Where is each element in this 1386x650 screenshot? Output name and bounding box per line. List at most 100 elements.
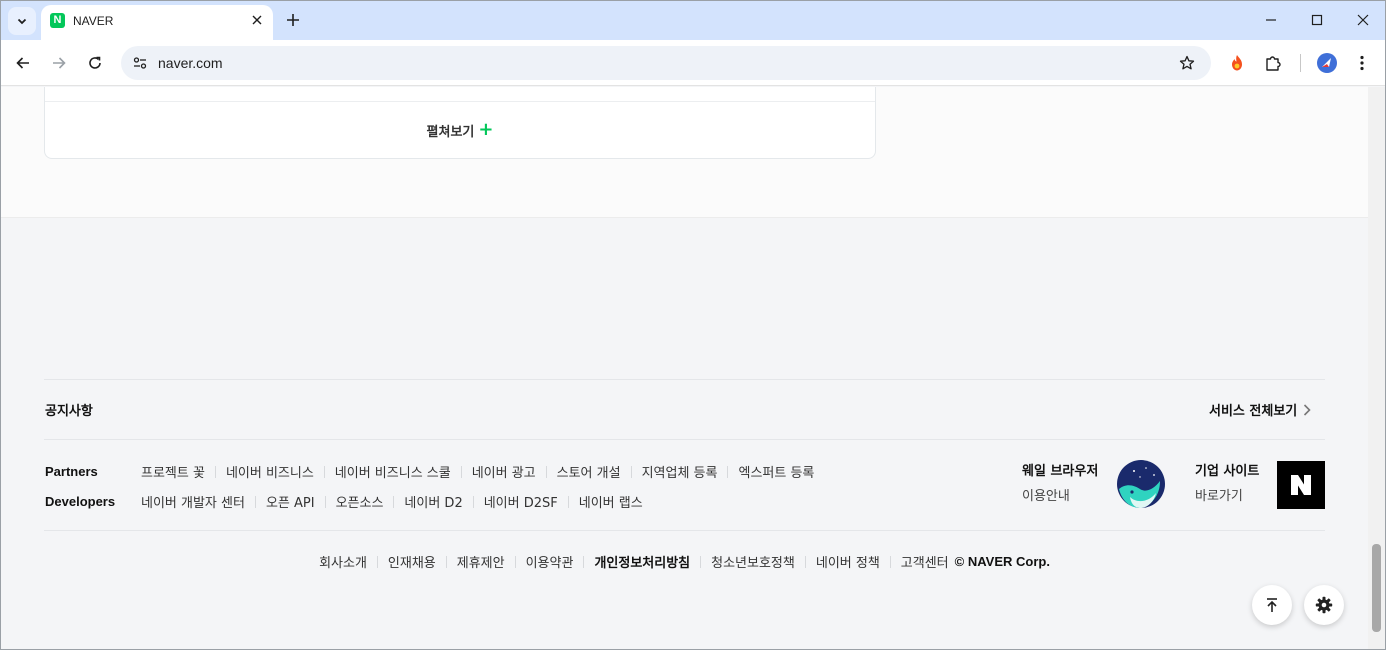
footer-link[interactable]: 제휴제안	[457, 552, 505, 571]
arrow-right-icon	[53, 57, 66, 69]
footer-link[interactable]: 네이버 개발자 센터	[141, 492, 245, 511]
link-separator	[445, 555, 447, 568]
footer-link[interactable]: 엑스퍼트 등록	[738, 462, 814, 481]
footer-link[interactable]: 네이버 D2	[404, 492, 462, 511]
footer-link[interactable]: 네이버 비즈니스	[226, 462, 314, 481]
copyright-text: © NAVER Corp.	[954, 554, 1050, 569]
footer-bottom-links: 회사소개 인재채용 제휴제안 이용약관 개인정보처리방침 청소년보호정책 네이버 정책 고객센…	[1, 552, 1368, 571]
footer-link[interactable]: 회사소개	[319, 552, 367, 571]
minimize-icon	[1266, 19, 1276, 21]
link-separator	[727, 465, 729, 478]
whale-title: 웨일 브라우저	[1022, 464, 1099, 479]
arrow-left-icon	[16, 57, 29, 69]
developers-row: Developers 네이버 개발자 센터 오픈 API 오픈소스 네이버 D2 네이버…	[45, 492, 643, 511]
footer-link[interactable]: 네이버 정책	[816, 552, 880, 571]
tab-close-button[interactable]	[249, 12, 265, 28]
avatar-icon	[1317, 53, 1337, 73]
whale-logo-icon[interactable]	[1116, 459, 1166, 509]
footer-link[interactable]: 이용약관	[526, 552, 574, 571]
footer-link[interactable]: 스토어 개설	[557, 462, 621, 481]
site-info-button[interactable]	[129, 52, 151, 74]
naver-favicon-icon: N	[50, 13, 65, 28]
footer-link[interactable]: 청소년보호정책	[711, 552, 795, 571]
chevron-down-icon	[17, 18, 27, 25]
footer-link[interactable]: 네이버 비즈니스 스쿨	[335, 462, 451, 481]
footer-link[interactable]: 네이버 광고	[472, 462, 536, 481]
address-bar[interactable]: naver.com	[121, 46, 1211, 80]
corp-site-promo[interactable]: 기업 사이트 바로가기	[1195, 460, 1259, 504]
close-window-button[interactable]	[1340, 4, 1386, 36]
link-separator	[583, 555, 585, 568]
link-separator	[804, 555, 806, 568]
arrow-up-icon	[1267, 598, 1277, 612]
footer-link[interactable]: 프로젝트 꽃	[141, 462, 205, 481]
link-separator	[545, 465, 547, 478]
page-scrollbar[interactable]	[1368, 87, 1385, 649]
minimize-button[interactable]	[1248, 4, 1294, 36]
bookmark-button[interactable]	[1177, 53, 1197, 73]
settings-button[interactable]	[1304, 585, 1344, 625]
toolbar-separator	[1300, 54, 1301, 72]
corp-subtitle: 바로가기	[1195, 489, 1243, 504]
whale-subtitle: 이용안내	[1022, 489, 1070, 504]
link-separator	[700, 555, 702, 568]
footer-link[interactable]: 오픈소스	[336, 492, 384, 511]
new-tab-button[interactable]	[282, 9, 304, 31]
scroll-to-top-button[interactable]	[1252, 585, 1292, 625]
link-separator	[376, 555, 378, 568]
corp-title: 기업 사이트	[1195, 464, 1260, 479]
footer-link[interactable]: 네이버 랩스	[579, 492, 643, 511]
tab-title: NAVER	[73, 14, 114, 28]
reload-button[interactable]	[81, 49, 109, 77]
link-separator	[472, 495, 474, 508]
all-services-link[interactable]: 서비스 전체보기	[1209, 400, 1311, 419]
url-text[interactable]: naver.com	[158, 55, 223, 71]
tune-icon	[133, 57, 147, 69]
scrollbar-thumb[interactable]	[1372, 544, 1381, 632]
expand-label: 펼쳐보기	[426, 124, 475, 140]
menu-button[interactable]	[1349, 50, 1375, 76]
chevron-right-icon	[1304, 403, 1311, 416]
extensions-button[interactable]	[1260, 50, 1286, 76]
footer-link[interactable]: 고객센터	[901, 552, 949, 571]
content-card: 펼쳐보기 +	[44, 87, 876, 159]
link-separator	[567, 495, 569, 508]
link-separator	[630, 465, 632, 478]
fire-extension-icon	[1232, 55, 1242, 71]
n-letter-icon	[1291, 475, 1311, 495]
page-viewport: 펼쳐보기 + 공지사항 서비스 전체보기 Partners 프로젝트 꽃 네이버 …	[1, 87, 1368, 649]
browser-toolbar: naver.com	[0, 40, 1386, 86]
more-vert-icon	[1360, 55, 1364, 71]
naver-n-logo-icon[interactable]	[1277, 461, 1325, 509]
link-separator	[214, 465, 216, 478]
developers-label: Developers	[45, 494, 116, 509]
browser-tab[interactable]: N NAVER	[41, 5, 273, 40]
footer-link[interactable]: 개인정보처리방침	[594, 552, 690, 571]
close-icon	[1357, 14, 1369, 26]
star-icon	[1179, 55, 1195, 70]
expand-button[interactable]: 펼쳐보기 +	[45, 101, 875, 159]
link-separator	[254, 495, 256, 508]
close-icon	[252, 15, 262, 25]
plus-icon	[287, 14, 299, 26]
forward-button[interactable]	[45, 49, 73, 77]
tab-search-button[interactable]	[8, 7, 36, 35]
back-button[interactable]	[9, 49, 37, 77]
footer-divider-mid	[44, 439, 1325, 440]
footer-link[interactable]: 네이버 D2SF	[484, 492, 558, 511]
link-separator	[393, 495, 395, 508]
partners-links: 프로젝트 꽃 네이버 비즈니스 네이버 비즈니스 스쿨 네이버 광고 스토어 개설 지역업…	[141, 462, 814, 481]
link-separator	[514, 555, 516, 568]
profile-button[interactable]	[1314, 50, 1340, 76]
footer-link[interactable]: 인재채용	[388, 552, 436, 571]
extension-fire-button[interactable]	[1224, 50, 1250, 76]
link-separator	[889, 555, 891, 568]
footer-link[interactable]: 오픈 API	[266, 492, 315, 511]
footer-link[interactable]: 지역업체 등록	[642, 462, 718, 481]
all-services-label: 서비스 전체보기	[1209, 404, 1298, 419]
whale-browser-promo[interactable]: 웨일 브라우저 이용안내	[1022, 460, 1098, 504]
maximize-button[interactable]	[1294, 4, 1340, 36]
reload-icon	[89, 56, 101, 69]
notice-link[interactable]: 공지사항	[45, 400, 93, 419]
content-area: 펼쳐보기 +	[1, 87, 1368, 218]
